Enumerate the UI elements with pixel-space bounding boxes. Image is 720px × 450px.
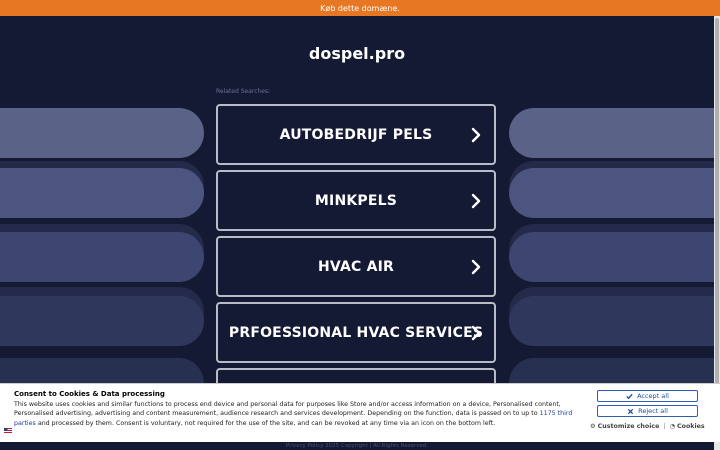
search-link-professional-hvac-services[interactable]: PRFOESSIONAL HVAC SERVICES: [216, 302, 496, 363]
consent-links: ⚙ Customize choice | ◔ Cookies: [590, 421, 710, 431]
gear-icon: ⚙: [590, 422, 596, 430]
consent-title: Consent to Cookies & Data processing: [14, 390, 165, 398]
consent-text: This website uses cookies and similar fu…: [14, 400, 584, 428]
cookies-label: Cookies: [677, 422, 705, 430]
reject-all-button[interactable]: Reject all: [597, 405, 698, 417]
chevron-right-icon: [471, 127, 481, 142]
chevron-right-icon: [471, 193, 481, 208]
search-link-autobedrijf-pels[interactable]: AUTOBEDRIJF PELS: [216, 104, 496, 165]
decor-pill: [509, 232, 714, 282]
domain-title: dospel.pro: [308, 44, 406, 63]
consent-text-after: and processed by them. Consent is volunt…: [35, 419, 496, 427]
accept-all-label: Accept all: [637, 392, 669, 400]
us-flag-icon[interactable]: [4, 428, 12, 434]
accept-all-button[interactable]: Accept all: [597, 390, 698, 402]
buy-domain-link[interactable]: Køb dette domæne.: [320, 4, 400, 13]
customize-choice-link[interactable]: ⚙ Customize choice: [590, 423, 659, 430]
decor-pill: [0, 296, 204, 346]
close-icon: [627, 408, 634, 414]
buy-domain-banner: Køb dette domæne.: [0, 0, 720, 16]
page-footer: Privacy Policy 2025 Copyright | All Righ…: [0, 443, 714, 450]
customize-choice-label: Customize choice: [597, 422, 660, 430]
cookie-icon: ◔: [669, 422, 676, 430]
decor-pill: [0, 168, 204, 218]
search-link-minkpels[interactable]: MINKPELS: [216, 170, 496, 231]
reject-all-label: Reject all: [638, 407, 668, 415]
decor-pill: [509, 168, 714, 218]
decor-pill: [0, 232, 204, 282]
decor-pill: [0, 108, 204, 158]
decor-pill: [509, 108, 714, 158]
decor-pill: [509, 296, 714, 346]
chevron-right-icon: [471, 259, 481, 274]
copyright-text: 2025 Copyright | All Rights Reserved.: [325, 443, 429, 449]
related-searches-label: Related Searches:: [216, 88, 271, 95]
cookies-link[interactable]: ◔ Cookies: [670, 423, 705, 430]
search-link-label: PRFOESSIONAL HVAC SERVICES: [228, 324, 484, 341]
search-link-label: AUTOBEDRIJF PELS: [279, 126, 433, 143]
check-icon: [626, 393, 633, 399]
search-link-hvac-air[interactable]: HVAC AIR: [216, 236, 496, 297]
scrollbar-thumb[interactable]: [715, 18, 719, 388]
search-link-label: MINKPELS: [314, 192, 398, 209]
privacy-policy-link[interactable]: Privacy Policy: [286, 443, 323, 449]
consent-text-before: This website uses cookies and similar fu…: [14, 401, 561, 418]
search-link-label: HVAC AIR: [317, 258, 394, 275]
chevron-right-icon: [471, 325, 481, 340]
link-separator: |: [663, 422, 666, 430]
